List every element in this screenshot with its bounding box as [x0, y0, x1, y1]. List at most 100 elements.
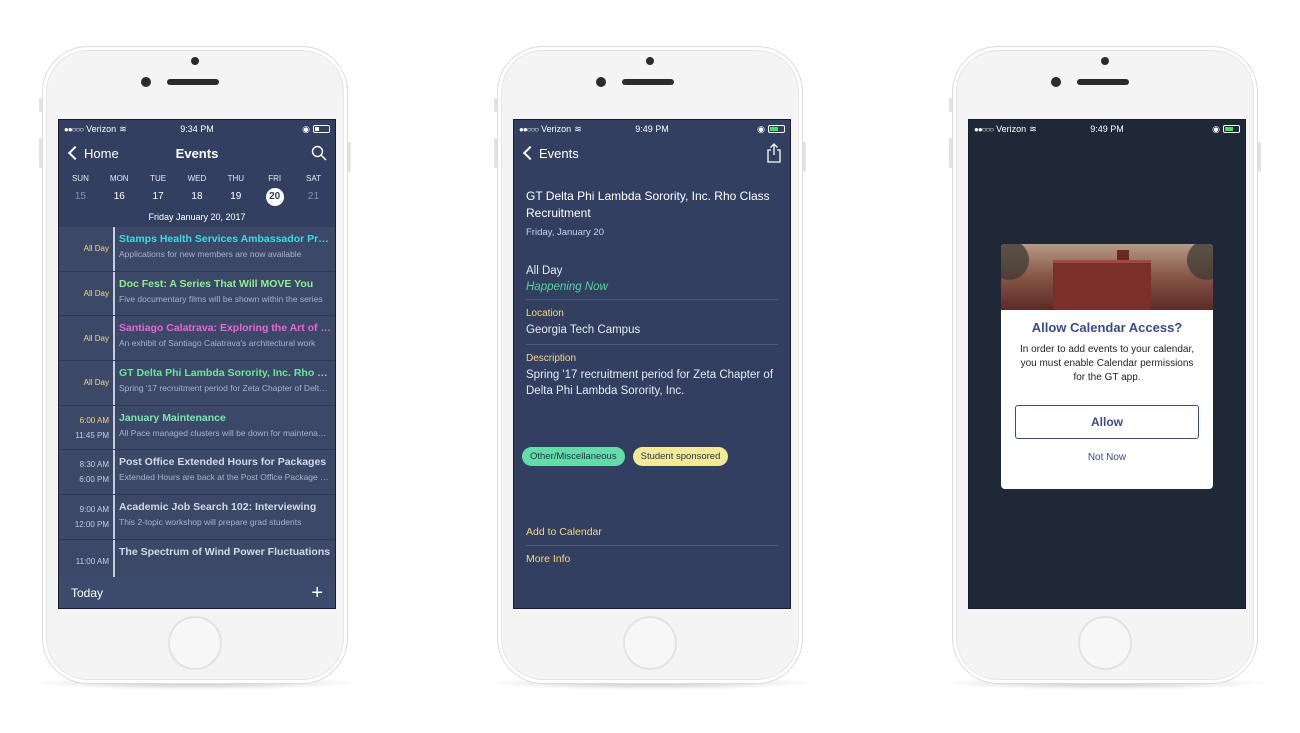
tag-badge[interactable]: Other/Miscellaneous: [522, 447, 625, 466]
time-section: All Day Happening Now: [526, 238, 778, 300]
day-sat[interactable]: SAT 21: [295, 174, 331, 206]
calendar-permission-dialog: Allow Calendar Access? In order to add e…: [1001, 244, 1213, 489]
happening-now-label: Happening Now: [526, 281, 608, 293]
campus-photo: [1001, 244, 1213, 310]
event-start: All Day: [83, 289, 109, 299]
lock-rotation-icon: ◉: [302, 123, 310, 134]
location-value: Georgia Tech Campus: [526, 324, 641, 336]
dialog-title: Allow Calendar Access?: [1031, 320, 1183, 335]
event-title: Stamps Health Services Ambassador Progra…: [119, 233, 331, 245]
phone-mockup-2: ●●○○○ Verizon ≋ 9:49 PM ◉ Events GT Delta …: [487, 46, 813, 690]
day-name: FRI: [268, 174, 282, 183]
proximity-sensor: [596, 77, 606, 87]
event-row[interactable]: All Day Doc Fest: A Series That Will MOV…: [59, 271, 335, 317]
more-info-link[interactable]: More Info: [526, 546, 778, 572]
today-button[interactable]: Today: [71, 586, 103, 600]
front-camera: [1101, 57, 1109, 65]
event-row[interactable]: 6:00 AM 11:45 PM January Maintenance All P…: [59, 405, 335, 451]
day-wed[interactable]: WED 18: [179, 174, 215, 206]
permission-screen: ●●○○○ Verizon ≋ 9:49 PM ◉ Allow Calendar A…: [968, 119, 1246, 609]
earpiece-speaker: [1077, 79, 1129, 85]
wifi-icon: ≋: [574, 123, 582, 134]
day-name: THU: [227, 174, 245, 183]
day-name: WED: [187, 174, 207, 183]
not-now-button[interactable]: Not Now: [1001, 452, 1213, 463]
day-name: MON: [109, 174, 129, 183]
back-label: Events: [539, 145, 579, 161]
signal-dots-icon: ●●○○○: [64, 124, 84, 134]
day-number: 18: [191, 191, 203, 202]
day-number: 21: [307, 191, 320, 202]
battery-icon: [768, 125, 785, 133]
home-button[interactable]: [168, 616, 222, 670]
tag-list: Other/Miscellaneous Student sponsored: [514, 447, 790, 466]
event-row[interactable]: 8:30 AM 6:00 PM Post Office Extended Hour…: [59, 450, 335, 496]
event-start: All Day: [83, 244, 109, 254]
day-number: 19: [230, 191, 242, 202]
tag-badge[interactable]: Student sponsored: [632, 447, 729, 466]
day-mon[interactable]: MON 16: [101, 174, 137, 206]
event-title: Post Office Extended Hours for Packages: [119, 456, 327, 469]
event-list: All Day Stamps Health Services Ambassado…: [59, 227, 335, 585]
carrier-label: Verizon: [541, 124, 572, 134]
proximity-sensor: [141, 77, 151, 87]
event-description: Applications for new members are now ava…: [119, 249, 302, 259]
day-number: 17: [152, 191, 164, 202]
status-time: 9:49 PM: [1090, 124, 1124, 134]
event-detail-screen: ●●○○○ Verizon ≋ 9:49 PM ◉ Events GT Delta …: [513, 119, 791, 609]
dialog-message: In order to add events to your calendar,…: [1020, 344, 1194, 383]
home-button[interactable]: [623, 616, 677, 670]
status-time: 9:49 PM: [635, 124, 669, 134]
event-row[interactable]: All Day Santiago Calatrava: Exploring th…: [59, 316, 335, 362]
chevron-left-icon: [67, 145, 83, 161]
event-start: 8:30 AM: [79, 460, 109, 470]
allow-button[interactable]: Allow: [1015, 405, 1199, 439]
add-to-calendar-link[interactable]: Add to Calendar: [526, 519, 778, 546]
status-bar: ●●○○○ Verizon ≋ 9:49 PM ◉: [969, 120, 1245, 138]
event-title: The Spectrum of Wind Power Fluctuations: [119, 545, 331, 558]
event-time: All Day: [526, 265, 563, 277]
status-bar: ●●○○○ Verizon ≋ 9:34 PM ◉: [59, 120, 335, 138]
signal-dots-icon: ●●○○○: [519, 124, 539, 134]
day-thu[interactable]: THU 19: [218, 174, 254, 206]
events-screen: ●●○○○ Verizon ≋ 9:34 PM ◉ Home Events SUN 1…: [58, 119, 336, 609]
event-title: Academic Job Search 102: Interviewing: [119, 501, 317, 514]
event-description: Extended Hours are back at the Post Offi…: [119, 472, 331, 483]
day-fri[interactable]: FRI 20: [257, 174, 293, 206]
event-detail: GT Delta Phi Lambda Sorority, Inc. Rho C…: [514, 188, 790, 405]
home-button[interactable]: [1078, 616, 1132, 670]
carrier-label: Verizon: [86, 124, 117, 134]
front-camera: [191, 57, 199, 65]
event-row[interactable]: All Day Stamps Health Services Ambassado…: [59, 227, 335, 272]
event-row[interactable]: 9:00 AM 12:00 PM Academic Job Search 102:…: [59, 495, 335, 540]
event-row[interactable]: All Day GT Delta Phi Lambda Sorority, In…: [59, 361, 335, 406]
week-strip: SUN 15 MON 16 TUE 17 WED 18 THU 19 FRI 20 SAT 2…: [59, 168, 335, 206]
back-button[interactable]: Home: [67, 146, 119, 161]
earpiece-speaker: [622, 79, 674, 85]
event-end: 12:00 PM: [74, 519, 109, 529]
action-links: Add to Calendar More Info: [526, 519, 778, 572]
day-name: SUN: [71, 174, 89, 183]
share-icon[interactable]: [766, 143, 782, 163]
day-name: SAT: [306, 174, 321, 183]
add-event-icon[interactable]: +: [311, 583, 323, 603]
day-sun[interactable]: SUN 15: [62, 174, 98, 206]
description-value: Spring '17 recruitment period for Zeta C…: [526, 369, 774, 397]
event-end: 6:00 PM: [79, 475, 109, 485]
chevron-left-icon: [522, 145, 538, 161]
event-title: GT Delta Phi Lambda Sorority, Inc. Rho C…: [526, 189, 770, 220]
back-label: Home: [84, 145, 119, 161]
day-tue[interactable]: TUE 17: [140, 174, 176, 206]
status-bar: ●●○○○ Verizon ≋ 9:49 PM ◉: [514, 120, 790, 138]
event-end: 11:45 PM: [75, 430, 109, 440]
proximity-sensor: [1051, 77, 1061, 87]
back-button[interactable]: Events: [522, 146, 579, 161]
event-description: All Pace managed clusters will be down f…: [119, 427, 331, 438]
event-date: Friday, January 20: [526, 227, 604, 238]
description-label: Description: [526, 353, 577, 364]
event-title: GT Delta Phi Lambda Sorority, Inc. Rho C…: [119, 367, 331, 380]
location-section: Location Georgia Tech Campus: [526, 300, 778, 345]
search-icon[interactable]: [311, 145, 327, 161]
event-description: Spring '17 recruitment period for Zeta C…: [119, 383, 331, 394]
day-number-selected: 20: [265, 188, 284, 206]
